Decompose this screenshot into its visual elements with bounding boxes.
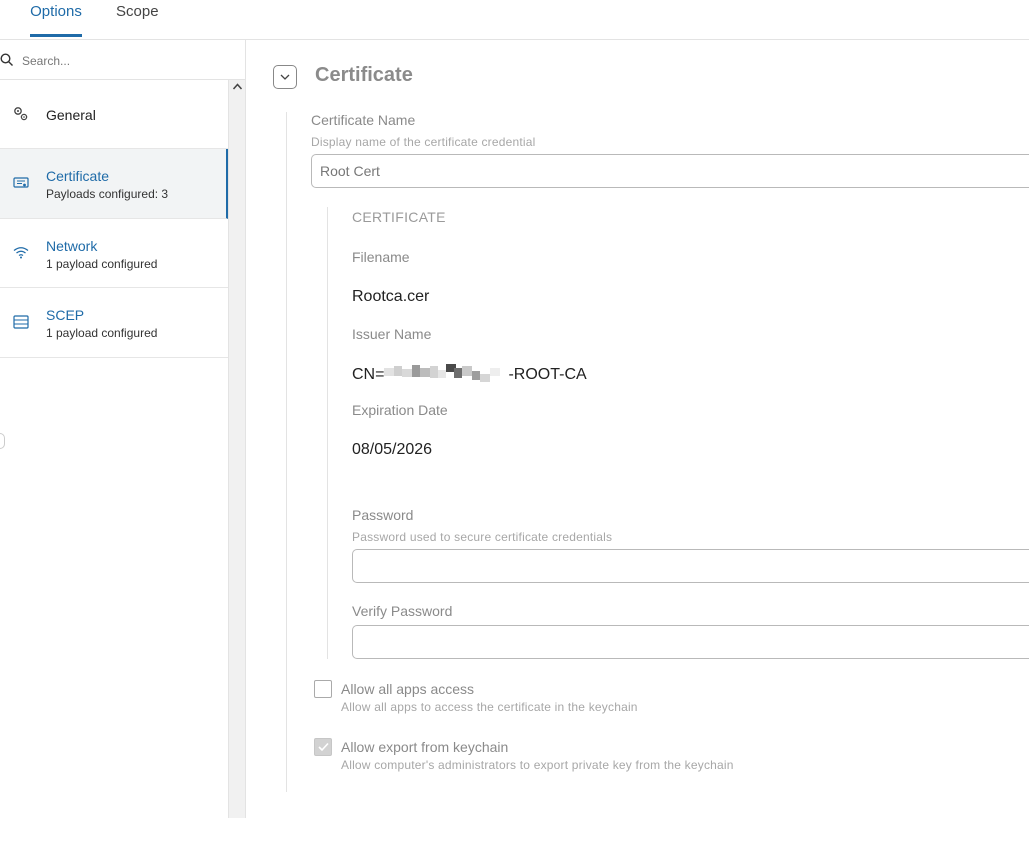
sidebar-item-subtitle: 1 payload configured [46,326,158,340]
search-input[interactable] [20,49,224,73]
password-label: Password [352,507,414,523]
active-tab-indicator [30,34,82,37]
sidebar-scrollbar[interactable] [228,80,246,818]
top-tab-bar: Options Scope [0,0,1029,40]
scroll-up-arrow-icon[interactable] [233,82,242,91]
filename-value: Rootca.cer [352,288,430,305]
search-icon [0,53,13,66]
allow-all-apps-checkbox[interactable] [314,680,332,698]
allow-all-apps-hint: Allow all apps to access the certificate… [341,700,638,714]
sidebar-item-network[interactable]: Network 1 payload configured [0,219,228,288]
list-icon [13,315,29,329]
expiration-date-value: 08/05/2026 [352,441,433,458]
sidebar-item-scep[interactable]: SCEP 1 payload configured [0,288,228,358]
gears-icon [14,107,28,121]
sidebar-item-subtitle: 1 payload configured [46,257,158,271]
certificate-icon [13,177,29,188]
verify-password-input[interactable] [352,625,1029,659]
sidebar-item-label: SCEP [46,307,85,323]
redacted-pixelation [384,364,501,382]
certificate-name-hint: Display name of the certificate credenti… [311,135,536,149]
sidebar-item-label: General [46,107,96,123]
certificate-details-rail [327,207,328,659]
main-panel: Certificate Certificate Name Display nam… [246,40,1029,818]
allow-export-checkbox[interactable] [314,738,332,756]
sidebar-item-label: Certificate [46,168,110,184]
certificate-name-label: Certificate Name [311,112,416,128]
certificate-name-input[interactable] [311,154,1029,188]
section-title: Certificate [315,64,413,86]
sidebar-item-subtitle: Payloads configured: 3 [46,187,169,201]
chevron-down-icon [280,74,290,80]
allow-export-label: Allow export from keychain [341,739,509,755]
payload-sidebar: General Certificate Payloads configured:… [0,80,228,858]
verify-password-label: Verify Password [352,603,453,619]
tab-options-label: Options [30,3,82,20]
wifi-icon [13,247,29,259]
tab-scope-label: Scope [116,3,159,20]
form-rail [286,112,287,792]
issuer-suffix: -ROOT-CA [508,366,587,384]
certificate-heading: CERTIFICATE [352,209,446,225]
filename-label: Filename [352,249,410,265]
tab-options[interactable]: Options [30,0,82,39]
password-hint: Password used to secure certificate cred… [352,530,613,544]
allow-export-hint: Allow computer's administrators to expor… [341,758,734,772]
allow-all-apps-label: Allow all apps access [341,681,475,697]
tab-scope[interactable]: Scope [116,0,159,39]
issuer-prefix: CN= [352,366,385,384]
password-input[interactable] [352,549,1029,583]
sidebar-item-certificate[interactable]: Certificate Payloads configured: 3 [0,149,228,219]
sidebar-item-general[interactable]: General [0,80,228,149]
sidebar-search [0,41,245,80]
collapse-section-button[interactable] [273,65,297,89]
issuer-name-label: Issuer Name [352,326,432,342]
checkmark-icon [318,742,329,752]
sidebar-item-label: Network [46,238,98,254]
issuer-name-value: CN= -ROOT-CA [352,364,587,386]
collapse-handle[interactable] [0,433,5,449]
expiration-date-label: Expiration Date [352,402,448,418]
